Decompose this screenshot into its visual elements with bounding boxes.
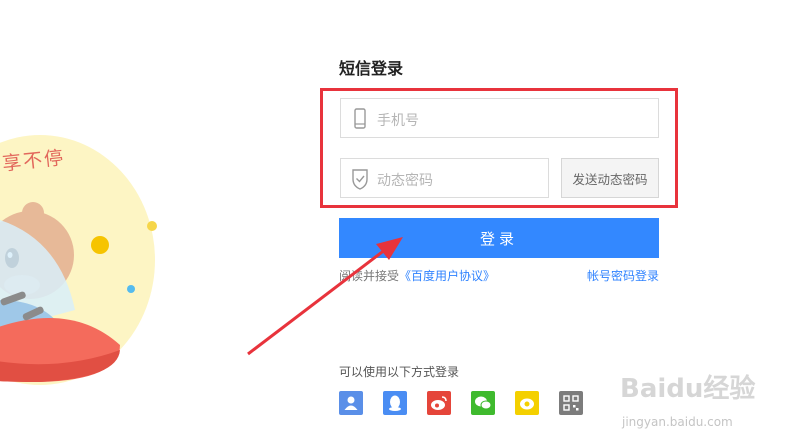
page-title: 短信登录 (339, 59, 404, 78)
yy-icon[interactable] (515, 391, 539, 415)
user-icon[interactable] (339, 391, 363, 415)
other-login-label: 可以使用以下方式登录 (339, 365, 460, 379)
send-code-button[interactable]: 发送动态密码 (561, 158, 659, 198)
qrcode-icon[interactable] (559, 391, 583, 415)
wechat-icon[interactable] (471, 391, 495, 415)
phone-icon (354, 108, 366, 129)
baidu-watermark-url: jingyan.baidu.com (622, 415, 733, 429)
qq-icon[interactable] (383, 391, 407, 415)
weibo-icon[interactable] (427, 391, 451, 415)
phone-placeholder: 手机号 (377, 113, 419, 129)
baidu-watermark: Baidu经验 (620, 374, 756, 404)
code-input[interactable]: 动态密码 (340, 158, 549, 198)
phone-input[interactable]: 手机号 (340, 98, 659, 138)
code-placeholder: 动态密码 (377, 173, 433, 189)
annotation-arrow (247, 237, 403, 356)
shield-check-icon (352, 169, 368, 190)
social-login-list (339, 391, 603, 415)
password-login-link[interactable]: 帐号密码登录 (587, 267, 659, 284)
cartoon-illustration (0, 135, 157, 385)
